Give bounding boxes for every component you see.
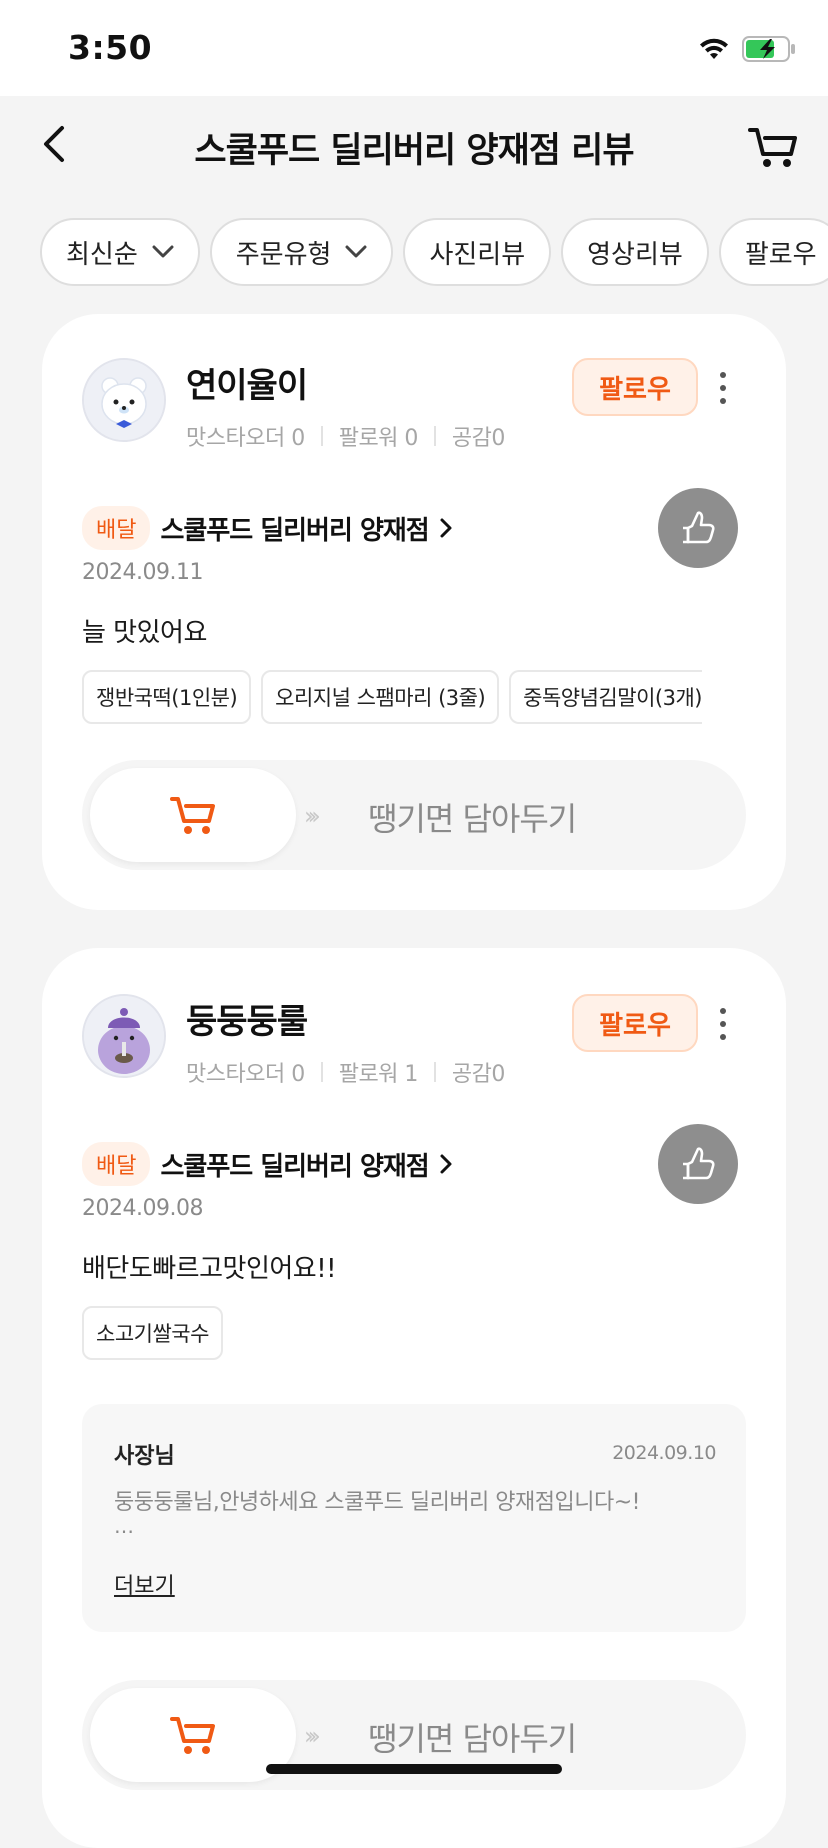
review-date: 2024.09.11 bbox=[82, 560, 203, 585]
reviewer-stats: 맛스타오더 0 팔로워 0 공감0 bbox=[186, 420, 505, 452]
reviewer-nickname[interactable]: 둥둥둥룰 bbox=[186, 994, 308, 1043]
owner-reply-date: 2024.09.10 bbox=[612, 1442, 716, 1464]
filter-follow[interactable]: 팔로우 bbox=[718, 218, 828, 286]
owner-reply-ellipsis: … bbox=[114, 1514, 134, 1538]
store-link[interactable]: 배달 스쿨푸드 딜리버리 양재점 bbox=[82, 506, 453, 550]
avatar[interactable] bbox=[82, 358, 166, 442]
order-type-badge: 배달 bbox=[82, 506, 151, 550]
add-to-cart-slider[interactable]: ››› 땡기면 담아두기 bbox=[82, 760, 746, 870]
reviewer-nickname[interactable]: 연이율이 bbox=[186, 358, 308, 407]
cart-icon bbox=[170, 797, 215, 834]
filter-order-type-label: 주문유형 bbox=[235, 239, 332, 270]
menu-tag: 중독양념김말이(3개) bbox=[509, 670, 702, 724]
review-card: 연이율이 맛스타오더 0 팔로워 0 공감0 팔로우 배달 스쿨푸드 딜리버리 … bbox=[42, 314, 786, 910]
chevron-left-icon bbox=[44, 126, 64, 162]
cart-icon bbox=[748, 128, 797, 167]
status-icons bbox=[698, 32, 796, 66]
cart-button[interactable] bbox=[744, 118, 802, 176]
page-title: 스쿨푸드 딜리버리 양재점 리뷰 bbox=[194, 131, 634, 171]
filter-follow-label: 팔로우 bbox=[744, 239, 817, 270]
more-options-icon[interactable] bbox=[708, 1002, 738, 1046]
stat-mastar-order: 맛스타오더 0 bbox=[186, 426, 305, 451]
order-type-badge: 배달 bbox=[82, 1142, 151, 1186]
menu-tag: 오리지널 스팸마리 (3줄) bbox=[261, 670, 500, 724]
review-text: 배단도빠르고맛인어요!! bbox=[82, 1254, 337, 1284]
store-link[interactable]: 배달 스쿨푸드 딜리버리 양재점 bbox=[82, 1142, 453, 1186]
ordered-menu-tags: 쟁반국떡(1인분) 오리지널 스팸마리 (3줄) 중독양념김말이(3개) bbox=[82, 670, 746, 724]
thumbs-up-icon bbox=[683, 1147, 715, 1180]
menu-tag: 쟁반국떡(1인분) bbox=[82, 670, 252, 724]
filter-chips: 최신순 주문유형 사진리뷰 영상리뷰 팔로우 bbox=[40, 218, 828, 290]
stat-divider bbox=[433, 1062, 436, 1082]
home-indicator bbox=[266, 1764, 562, 1774]
more-options-icon[interactable] bbox=[708, 366, 738, 410]
avatar[interactable] bbox=[82, 994, 166, 1078]
store-name: 스쿨푸드 딜리버리 양재점 bbox=[160, 515, 429, 546]
slider-label: 땡기면 담아두기 bbox=[368, 800, 577, 838]
stat-mastar-order: 맛스타오더 0 bbox=[186, 1062, 305, 1087]
wifi-icon bbox=[700, 38, 728, 59]
stat-followers: 팔로워 1 bbox=[338, 1062, 419, 1087]
filter-order-type[interactable]: 주문유형 bbox=[209, 218, 394, 286]
status-time: 3:50 bbox=[68, 28, 153, 67]
stat-followers: 팔로워 0 bbox=[338, 426, 419, 451]
store-name: 스쿨푸드 딜리버리 양재점 bbox=[160, 1151, 429, 1182]
owner-reply: 사장님 2024.09.10 둥둥둥룰님,안녕하세요 스쿨푸드 딜리버리 양재점… bbox=[82, 1404, 746, 1632]
back-button[interactable] bbox=[30, 118, 76, 170]
character-avatar-icon bbox=[84, 996, 164, 1076]
stat-divider bbox=[320, 1062, 323, 1082]
stat-divider bbox=[320, 426, 323, 446]
chevron-right-icon bbox=[440, 518, 452, 538]
filter-video-review-label: 영상리뷰 bbox=[587, 239, 683, 270]
filter-photo-review-label: 사진리뷰 bbox=[429, 239, 526, 270]
battery-charging-icon bbox=[742, 36, 795, 62]
status-bar: 3:50 bbox=[0, 0, 828, 96]
page-header: 스쿨푸드 딜리버리 양재점 리뷰 bbox=[0, 96, 828, 196]
owner-reply-text: 둥둥둥룰님,안녕하세요 스쿨푸드 딜리버리 양재점입니다~! bbox=[114, 1490, 641, 1515]
chevron-right-icon bbox=[440, 1154, 452, 1174]
reviewer-stats: 맛스타오더 0 팔로워 1 공감0 bbox=[186, 1056, 505, 1088]
menu-tag: 소고기쌀국수 bbox=[82, 1306, 223, 1360]
filter-sort[interactable]: 최신순 bbox=[40, 218, 200, 286]
review-card: 둥둥둥룰 맛스타오더 0 팔로워 1 공감0 팔로우 배달 스쿨푸드 딜리버리 … bbox=[42, 948, 786, 1848]
slider-label: 땡기면 담아두기 bbox=[368, 1720, 577, 1758]
cart-icon bbox=[170, 1717, 215, 1754]
thumbs-up-icon bbox=[683, 511, 715, 544]
chevron-down-icon bbox=[345, 245, 367, 258]
ordered-menu-tags: 소고기쌀국수 bbox=[82, 1306, 746, 1360]
stat-empathy: 공감0 bbox=[451, 1062, 505, 1087]
follow-button[interactable]: 팔로우 bbox=[572, 358, 698, 416]
stat-empathy: 공감0 bbox=[451, 426, 505, 451]
filter-video-review[interactable]: 영상리뷰 bbox=[561, 218, 709, 286]
like-button[interactable] bbox=[658, 1124, 738, 1204]
filter-sort-label: 최신순 bbox=[66, 239, 138, 270]
stat-divider bbox=[433, 426, 436, 446]
slide-arrows-icon: ››› bbox=[304, 802, 321, 830]
slide-arrows-icon: ››› bbox=[304, 1722, 321, 1750]
owner-reply-more-link[interactable]: 더보기 bbox=[114, 1568, 175, 1600]
like-button[interactable] bbox=[658, 488, 738, 568]
bear-avatar-icon bbox=[84, 360, 164, 440]
review-text: 늘 맛있어요 bbox=[82, 618, 207, 648]
follow-button[interactable]: 팔로우 bbox=[572, 994, 698, 1052]
chevron-down-icon bbox=[152, 245, 174, 258]
filter-photo-review[interactable]: 사진리뷰 bbox=[403, 218, 552, 286]
owner-reply-author: 사장님 bbox=[114, 1444, 175, 1469]
slider-knob[interactable] bbox=[90, 768, 296, 862]
review-date: 2024.09.08 bbox=[82, 1196, 203, 1221]
